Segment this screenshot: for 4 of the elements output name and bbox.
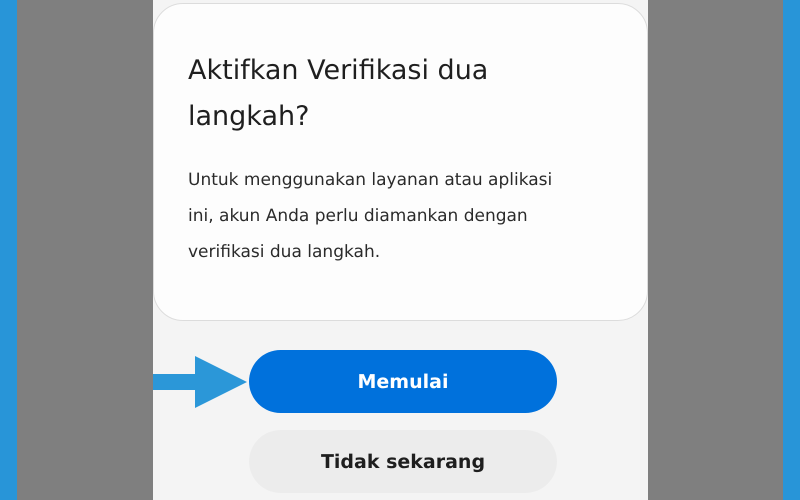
- not-now-button[interactable]: Tidak sekarang: [249, 430, 557, 493]
- dialog-title: Aktifkan Verifikasi dua langkah?: [188, 54, 490, 134]
- dialog-message: Untuk menggunakan layanan atau aplikasi ini, akun Anda perlu diamankan dengan verifikasi dua langkah.: [188, 169, 554, 264]
- start-button[interactable]: Memulai: [249, 350, 557, 413]
